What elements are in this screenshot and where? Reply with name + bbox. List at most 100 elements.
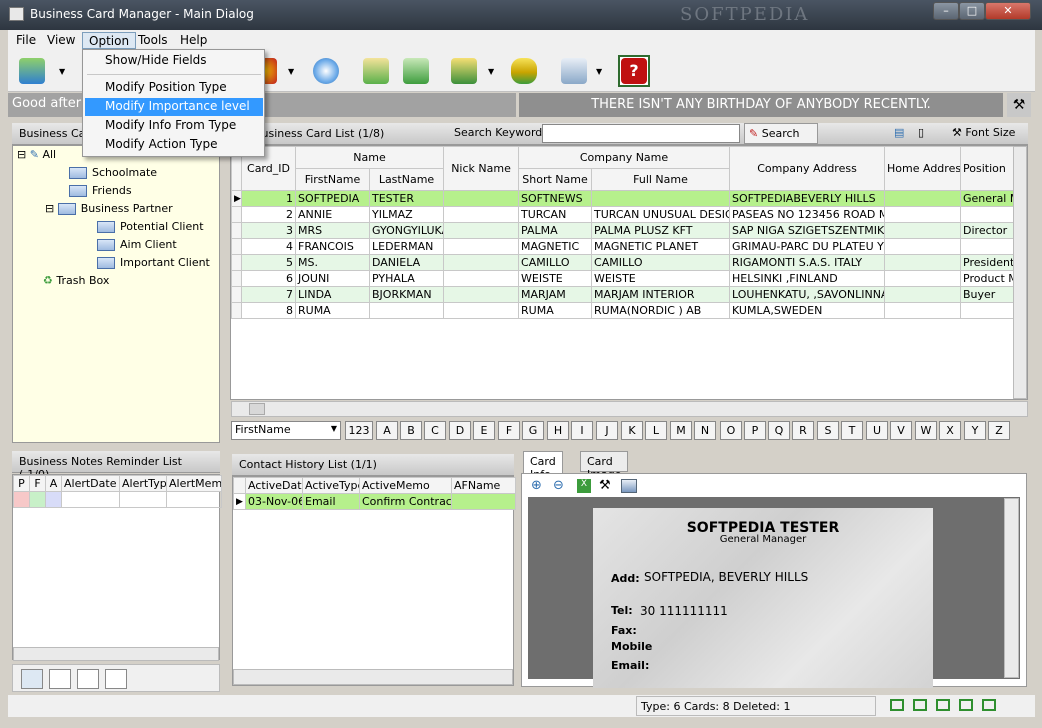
col-active-type[interactable]: ActiveType xyxy=(302,477,360,494)
alpha-filter-v[interactable]: V xyxy=(890,421,912,440)
zoom-in-icon[interactable]: ⊕ xyxy=(531,478,542,493)
layout-3-icon[interactable] xyxy=(936,699,950,711)
table-row[interactable]: 6 JOUNI PYHALA WEISTE WEISTE HELSINKI ,FINLAN… xyxy=(231,270,1027,287)
alpha-filter-w[interactable]: W xyxy=(915,421,937,440)
menu-help[interactable]: Help xyxy=(174,32,213,49)
list-view-icon[interactable]: ▤ xyxy=(894,126,904,139)
layout-5-icon[interactable] xyxy=(982,699,996,711)
alpha-filter-i[interactable]: I xyxy=(571,421,593,440)
alpha-filter-n[interactable]: N xyxy=(694,421,716,440)
search-button[interactable]: ✎ Search xyxy=(744,123,818,144)
database-button[interactable] xyxy=(508,55,540,87)
alpha-filter-z[interactable]: Z xyxy=(988,421,1010,440)
find-button[interactable] xyxy=(310,55,342,87)
tree-item-aim-client[interactable]: Aim Client xyxy=(97,238,177,251)
card-vscrollbar[interactable] xyxy=(1004,498,1019,678)
tree-item-schoolmate[interactable]: Schoolmate xyxy=(69,166,157,179)
tab-card-info[interactable]: Card Info xyxy=(523,451,563,481)
contact-hscrollbar[interactable] xyxy=(233,669,513,685)
col-active-date[interactable]: ActiveDate xyxy=(245,477,303,494)
table-row[interactable]: 3 MRS GYONGYILUKA PALMA PALMA PLUSZ KFT SAP N… xyxy=(231,222,1027,239)
alpha-filter-j[interactable]: J xyxy=(596,421,618,440)
col-short-name[interactable]: Short Name xyxy=(518,168,593,191)
tree-item-all[interactable]: ⊟ ✎ All xyxy=(17,148,56,161)
page-icon[interactable]: ▯ xyxy=(918,126,924,139)
menu-item-show-hide-fields[interactable]: Show/Hide Fields xyxy=(85,52,263,70)
alpha-filter-123[interactable]: 123 xyxy=(345,421,373,440)
tree-item-friends[interactable]: Friends xyxy=(69,184,132,197)
col-nick-name[interactable]: Nick Name xyxy=(443,146,520,191)
col-a[interactable]: A xyxy=(45,475,62,492)
folder-button[interactable] xyxy=(448,55,480,87)
chevron-down-icon[interactable]: ▼ xyxy=(59,67,65,76)
minimize-button[interactable]: – xyxy=(933,2,959,20)
col-active-memo[interactable]: ActiveMemo xyxy=(359,477,452,494)
printer-icon[interactable] xyxy=(621,479,637,493)
col-full-name[interactable]: Full Name xyxy=(591,168,731,191)
alpha-filter-y[interactable]: Y xyxy=(964,421,986,440)
alpha-filter-o[interactable]: O xyxy=(720,421,742,440)
table-row[interactable]: 8 RUMA RUMA RUMA(NORDIC ) AB KUMLA,SWEDEN xyxy=(231,302,1027,319)
alpha-filter-x[interactable]: X xyxy=(939,421,961,440)
chevron-down-icon[interactable]: ▼ xyxy=(288,67,294,76)
alpha-filter-a[interactable]: A xyxy=(376,421,398,440)
maximize-button[interactable]: □ xyxy=(959,2,985,20)
alpha-filter-q[interactable]: Q xyxy=(768,421,790,440)
layout-2-icon[interactable] xyxy=(913,699,927,711)
search-input[interactable] xyxy=(542,124,740,143)
col-alert-memo[interactable]: AlertMemo xyxy=(166,475,222,492)
zoom-out-icon[interactable]: ⊖ xyxy=(553,478,564,493)
table-row[interactable]: ▶ 1 SOFTPEDIA TESTER SOFTNEWS SOFTPEDIABEVERL… xyxy=(231,190,1027,207)
table-row[interactable]: ▶03-Nov-06EmailConfirm Contract .. xyxy=(233,493,516,510)
collapse-icon[interactable]: ⊟ xyxy=(45,202,54,215)
table-row[interactable]: 7 LINDA BJORKMAN MARJAM MARJAM INTERIOR LOUHE… xyxy=(231,286,1027,303)
date-icon[interactable] xyxy=(105,669,127,689)
alpha-filter-t[interactable]: T xyxy=(841,421,863,440)
close-button[interactable]: ✕ xyxy=(985,2,1031,20)
col-alert-type[interactable]: AlertType xyxy=(119,475,167,492)
alpha-filter-e[interactable]: E xyxy=(473,421,495,440)
tools-icon[interactable]: ⚒ xyxy=(1007,93,1031,117)
grid-vscrollbar[interactable] xyxy=(1013,146,1027,399)
layout-1-icon[interactable] xyxy=(890,699,904,711)
reminder-hscrollbar[interactable] xyxy=(13,647,219,661)
tree-item-trash-box[interactable]: ♻ Trash Box xyxy=(43,274,109,287)
tree-item-business-partner[interactable]: ⊟ Business Partner xyxy=(45,202,173,215)
alpha-filter-d[interactable]: D xyxy=(449,421,471,440)
tab-card-image[interactable]: Card Image xyxy=(580,451,629,481)
menu-item-modify-position-type[interactable]: Modify Position Type xyxy=(85,79,263,97)
alpha-filter-k[interactable]: K xyxy=(621,421,643,440)
chevron-down-icon[interactable]: ▼ xyxy=(488,67,494,76)
table-row[interactable]: 5 MS. DANIELA CAMILLO CAMILLO RIGAMONTI S.A.S… xyxy=(231,254,1027,271)
table-row[interactable]: 2 ANNIE YILMAZ TURCAN TURCAN UNUSUAL DESIG PA… xyxy=(231,206,1027,223)
col-alert-date[interactable]: AlertDate xyxy=(61,475,120,492)
new-card-button[interactable] xyxy=(16,55,48,87)
col-af-name[interactable]: AFName xyxy=(451,477,516,494)
grid-hscrollbar[interactable] xyxy=(231,401,1028,417)
help-button[interactable]: ? xyxy=(618,55,650,87)
calendar-icon[interactable] xyxy=(21,669,43,689)
alpha-filter-c[interactable]: C xyxy=(424,421,446,440)
table-row[interactable]: 4 FRANCOIS LEDERMAN MAGNETIC MAGNETIC PLANET… xyxy=(231,238,1027,255)
menu-item-modify-importance-level[interactable]: Modify Importance level xyxy=(85,98,263,116)
alpha-filter-r[interactable]: R xyxy=(792,421,814,440)
font-size-button[interactable]: ⚒ Font Size xyxy=(952,126,1015,139)
scroll-thumb[interactable] xyxy=(249,403,265,415)
phone-button[interactable] xyxy=(400,55,432,87)
col-home-address[interactable]: Home Address xyxy=(884,146,962,191)
col-p[interactable]: P xyxy=(13,475,30,492)
tree-item-important-client[interactable]: Important Client xyxy=(97,256,210,269)
chevron-down-icon[interactable]: ▼ xyxy=(596,67,602,76)
menu-tools[interactable]: Tools xyxy=(132,32,174,49)
print-button[interactable] xyxy=(558,55,590,87)
col-lastname[interactable]: LastName xyxy=(368,168,445,191)
menu-item-modify-info-from-type[interactable]: Modify Info From Type xyxy=(85,117,263,135)
mail-button[interactable] xyxy=(360,55,392,87)
grid-icon[interactable] xyxy=(77,669,99,689)
collapse-icon[interactable]: ⊟ xyxy=(17,148,26,161)
alpha-filter-s[interactable]: S xyxy=(817,421,839,440)
tools-icon[interactable]: ⚒ xyxy=(599,478,611,493)
alpha-filter-p[interactable]: P xyxy=(744,421,766,440)
alpha-filter-h[interactable]: H xyxy=(547,421,569,440)
menu-file[interactable]: File xyxy=(10,32,42,49)
